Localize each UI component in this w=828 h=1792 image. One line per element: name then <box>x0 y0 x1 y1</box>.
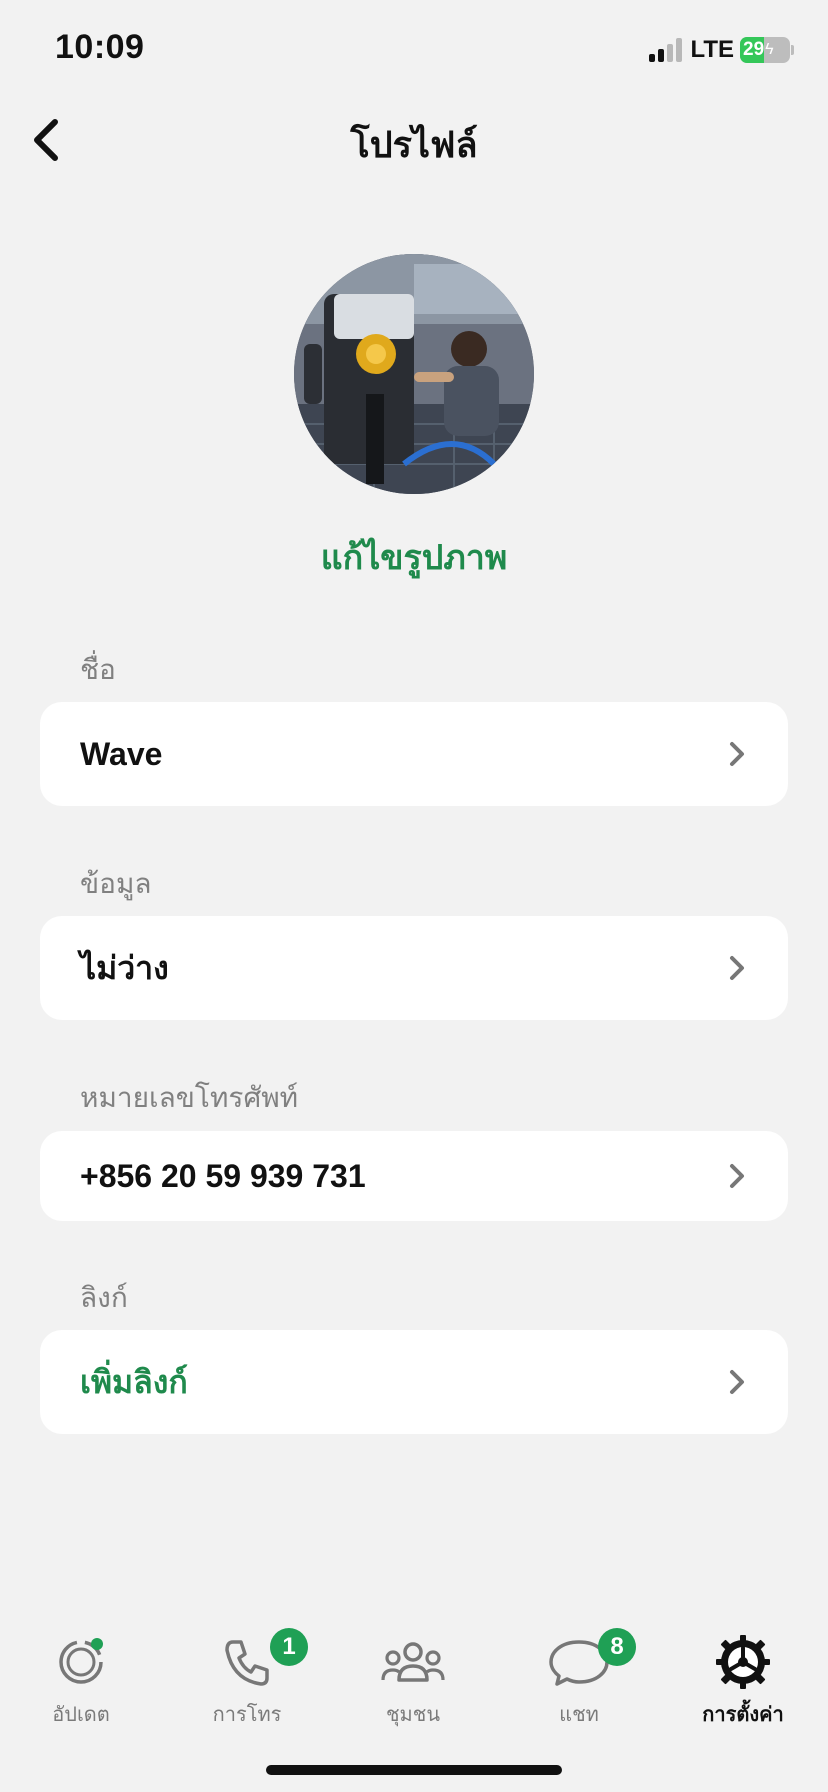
calls-badge: 1 <box>270 1628 308 1666</box>
settings-gear-icon <box>716 1635 770 1689</box>
tab-calls[interactable]: 1 การโทร <box>182 1628 312 1734</box>
home-indicator[interactable] <box>266 1765 562 1775</box>
tab-chats[interactable]: 8 แชท <box>514 1628 644 1734</box>
about-row[interactable]: ไม่ว่าง <box>40 916 788 1020</box>
nav-header: โปรไฟล์ <box>0 100 828 180</box>
status-bar: 10:09 LTE 29 ϟ <box>0 0 828 100</box>
profile-avatar[interactable] <box>294 254 534 494</box>
links-label: ลิงก์ <box>80 1282 128 1313</box>
about-label: ข้อมูล <box>80 868 152 899</box>
phone-row[interactable]: +856 20 59 939 731 <box>40 1131 788 1221</box>
phone-icon <box>225 1640 269 1686</box>
tab-label-communities: ชุมชน <box>385 1704 440 1726</box>
chevron-right-icon <box>730 742 744 766</box>
chevron-right-icon <box>730 956 744 980</box>
about-value: ไม่ว่าง <box>80 949 169 986</box>
status-indicators: LTE 29 ϟ <box>649 36 794 64</box>
community-icon <box>381 1642 445 1682</box>
battery-icon: 29 ϟ <box>740 37 790 63</box>
chevron-right-icon <box>730 1164 744 1188</box>
tab-settings[interactable]: การตั้งค่า <box>678 1634 808 1734</box>
phone-label: หมายเลขโทรศัพท์ <box>80 1082 299 1113</box>
profile-screen: 10:09 LTE 29 ϟ โปรไฟล์ แก้ไขรูปภาพ ชื่อ … <box>0 0 828 1792</box>
tab-label-settings: การตั้งค่า <box>702 1704 784 1726</box>
signal-icon <box>649 38 683 62</box>
chevron-right-icon <box>730 1370 744 1394</box>
updates-icon <box>59 1638 103 1684</box>
phone-value: +856 20 59 939 731 <box>80 1157 366 1194</box>
motorcycle-photo <box>294 254 534 494</box>
tab-communities[interactable]: ชุมชน <box>348 1634 478 1734</box>
tab-label-updates: อัปเดต <box>52 1704 110 1726</box>
network-type: LTE <box>690 36 734 63</box>
tab-label-chats: แชท <box>559 1704 599 1726</box>
add-link-label: เพิ่มลิงก์ <box>80 1363 188 1400</box>
edit-photo-button[interactable]: แก้ไขรูปภาพ <box>0 530 828 584</box>
tab-bar: อัปเดต 1 การโทร ชุมชน 8 แชท การตั้งค่า <box>0 1620 828 1730</box>
name-label: ชื่อ <box>80 654 116 685</box>
charging-bolt-icon: ϟ <box>765 41 774 58</box>
add-link-row[interactable]: เพิ่มลิงก์ <box>40 1330 788 1434</box>
tab-label-calls: การโทร <box>212 1704 282 1726</box>
chats-badge: 8 <box>598 1628 636 1666</box>
status-time: 10:09 <box>55 28 145 66</box>
tab-updates[interactable]: อัปเดต <box>16 1634 146 1734</box>
name-value: Wave <box>80 735 163 772</box>
page-title: โปรไฟล์ <box>350 124 478 165</box>
battery-level: 29 <box>743 39 765 60</box>
name-row[interactable]: Wave <box>40 702 788 806</box>
